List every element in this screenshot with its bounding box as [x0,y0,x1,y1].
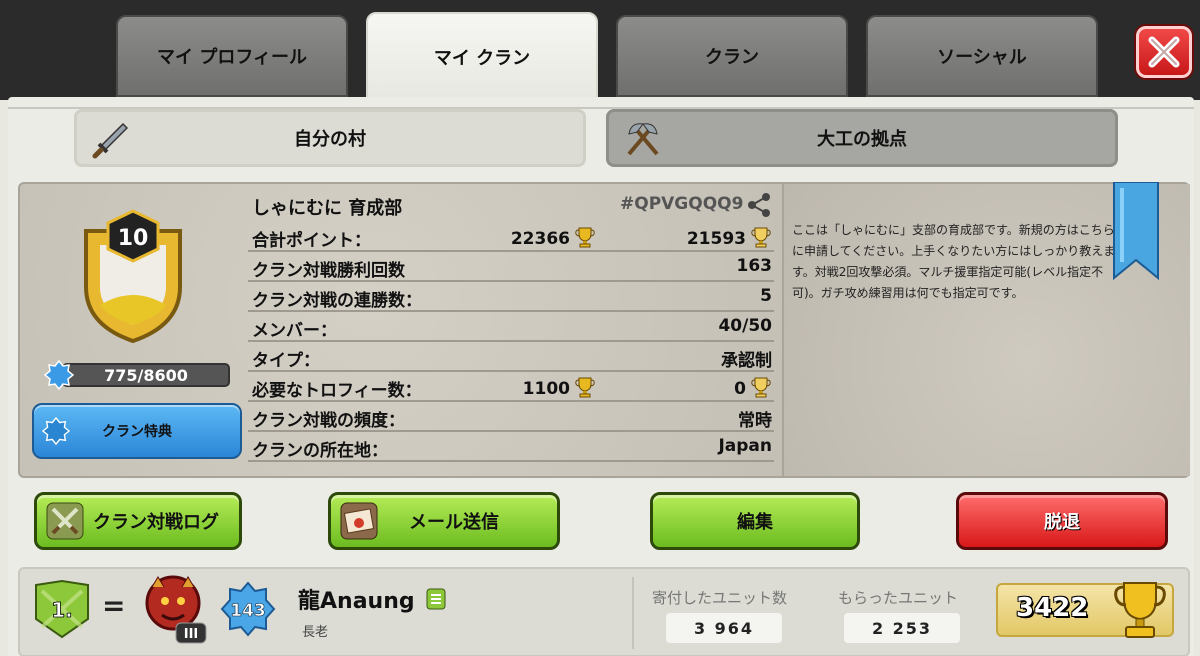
stat-row-war-frequency: クラン対戦の頻度： 常時 [248,402,774,432]
stat-value: 40/50 [718,316,772,336]
crossed-axes-icon [627,123,659,156]
clan-xp-text: 775/8600 [62,363,230,387]
member-xp-level: 143 [230,601,266,621]
stat-value: 163 [736,256,773,276]
stat-row-required-trophies: 必要なトロフィー数： 1100 0 [248,372,774,402]
stat-value-total-builder: 21593 [687,226,772,249]
member-role: 長老 [302,625,329,640]
donated-label: 寄付したユニット数 [652,589,788,607]
rank-change: = [102,589,126,622]
league-badge-icon: III [145,575,207,644]
clan-perks-button[interactable]: クラン特典 [32,403,242,459]
builder-base-tab[interactable]: 大工の拠点 [606,109,1118,167]
send-mail-label: メール送信 [409,512,499,533]
stat-value: 22366 [510,229,570,249]
clan-panel: 自分の村 大工の拠点 ここは「しゃにむに」支部の育成部です。新規の方はこちらに申… [8,97,1194,656]
tab-label: マイ クラン [433,48,531,69]
close-icon [1148,36,1180,68]
clan-info-card: ここは「しゃにむに」支部の育成部です。新規の方はこちらに申請してください。上手く… [18,182,1190,478]
tab-label: クラン [705,47,759,68]
tab-my-profile[interactable]: マイ プロフィール [116,15,348,97]
trophy-icon [1114,582,1166,638]
close-button[interactable] [1136,26,1192,78]
top-tab-bar: マイ プロフィール マイ クラン クラン ソーシャル [0,0,1200,102]
rank-badge: 1. [35,579,89,639]
stat-value: 1100 [522,379,570,399]
stat-row-total-points: 合計ポイント： 22366 21593 [248,222,774,252]
trophy-icon [575,227,595,248]
leave-clan-label: 脱退 [1044,512,1080,533]
stat-row-location: クランの所在地： Japan [248,432,774,462]
clan-description: ここは「しゃにむに」支部の育成部です。新規の方はこちらに申請してください。上手く… [792,223,1116,300]
stat-value-required-builder: 0 [734,376,772,399]
received-value: 2 253 [844,613,960,643]
send-mail-button[interactable]: メール送信 [328,492,560,550]
share-icon[interactable] [744,190,774,220]
member-name: 龍Anaung [298,589,415,614]
divider [632,577,634,649]
stat-label: メンバー： [252,321,337,341]
clan-xp-bar: 775/8600 [44,360,230,390]
stat-row-war-wins: クラン対戦勝利回数 163 [248,252,774,282]
stat-label: クラン対戦勝利回数 [252,261,405,281]
stat-label: クランの所在地： [252,441,388,461]
stat-label: タイプ： [252,351,320,371]
home-village-label: 自分の村 [294,129,366,150]
clan-xp-gem-icon [44,360,74,390]
member-trophy-count: 3422 [1016,593,1089,623]
tab-social[interactable]: ソーシャル [866,15,1098,97]
league-rank: III [184,627,199,642]
crossed-swords-icon [46,502,84,540]
stat-value: 0 [734,379,746,399]
stat-value-required-home: 1100 [523,376,596,399]
stat-row-type: タイプ： 承認制 [248,342,774,372]
stat-label: クラン対戦の連勝数： [252,291,422,311]
builder-base-label: 大工の拠点 [817,129,907,150]
stat-row-members: メンバー： 40/50 [248,312,774,342]
clan-badge: 10 [84,209,182,344]
mail-scroll-icon [340,502,378,540]
builder-trophy-icon [751,227,771,248]
stat-label: クラン対戦の頻度： [252,411,405,431]
tab-label: ソーシャル [937,47,1027,68]
member-row[interactable]: 1. = III 143 龍Anaung 長老 寄付したユニット数 3 964 … [18,567,1190,656]
stat-value-total-home: 22366 [511,226,596,249]
stat-value: 承認制 [721,351,772,371]
edit-button[interactable]: 編集 [650,492,860,550]
donated-value: 3 964 [666,613,782,643]
edit-label: 編集 [737,512,773,533]
member-rank: 1. [51,598,73,622]
clan-perks-gem-icon [42,417,70,445]
stat-row-win-streak: クラン対戦の連勝数： 5 [248,282,774,312]
war-log-label: クラン対戦ログ [93,512,219,533]
member-name-wrap: 龍Anaung [298,583,446,615]
trophy-icon [575,377,595,398]
stat-value: Japan [718,436,772,456]
tab-clan[interactable]: クラン [616,15,848,97]
stat-label: 合計ポイント： [252,231,371,251]
stat-value: 21593 [686,229,746,249]
war-log-button[interactable]: クラン対戦ログ [34,492,242,550]
bookmark-ribbon-icon[interactable] [1110,182,1162,282]
sword-icon [92,122,129,159]
clan-tag: #QPVGQQQ9 [620,194,744,214]
builder-trophy-icon [751,377,771,398]
member-trophies: 3422 [996,582,1174,638]
clan-perks-label: クラン特典 [102,424,172,440]
received-label: もらったユニット [838,589,959,607]
home-village-tab[interactable]: 自分の村 [74,109,586,167]
clan-level: 10 [118,226,149,251]
stat-value: 常時 [738,411,772,431]
xp-level-badge: 143 [220,581,276,637]
stat-label: 必要なトロフィー数： [252,381,422,401]
stat-value: 5 [760,286,772,306]
online-status-icon [426,588,446,610]
clan-name: しゃにむに 育成部 [252,198,403,219]
leave-clan-button[interactable]: 脱退 [956,492,1168,550]
tab-label: マイ プロフィール [157,47,307,68]
tab-my-clan[interactable]: マイ クラン [366,12,598,102]
